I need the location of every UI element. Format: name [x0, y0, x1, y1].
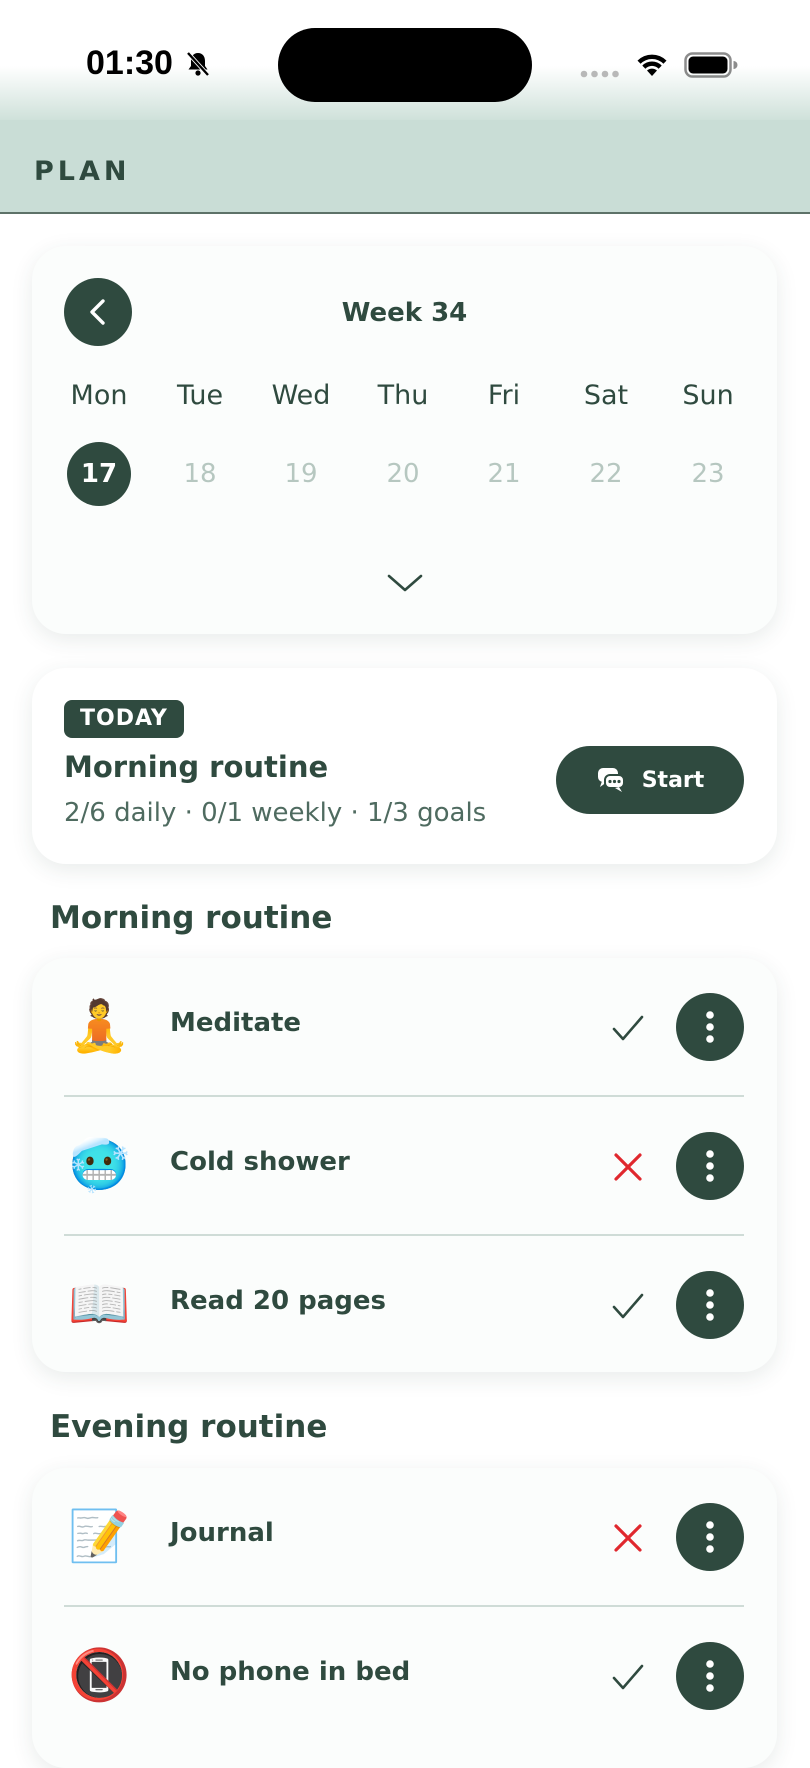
habit-more-options-button[interactable]	[676, 1132, 744, 1200]
more-vertical-icon	[706, 1521, 714, 1553]
day-date-22[interactable]: 22	[556, 442, 656, 506]
more-vertical-icon	[706, 1660, 714, 1692]
habit-row[interactable]: 🧘 Meditate	[32, 958, 777, 1097]
week-title: Week 34	[341, 298, 468, 328]
day-label-sat: Sat	[583, 380, 629, 411]
checkmark-icon[interactable]	[610, 1659, 646, 1695]
habit-label: Read 20 pages	[170, 1286, 386, 1316]
meditation-icon: 🧘	[68, 997, 131, 1055]
habit-more-options-button[interactable]	[676, 1503, 744, 1571]
wifi-icon	[637, 54, 667, 76]
habit-label: No phone in bed	[170, 1657, 411, 1687]
week-calendar-card: Week 34 Mon Tue Wed Thu Fri Sat Sun 17 1…	[32, 246, 777, 634]
today-routine-card: TODAY Morning routine 2/6 daily · 0/1 we…	[32, 668, 777, 864]
battery-icon	[684, 52, 738, 78]
more-vertical-icon	[706, 1289, 714, 1321]
section-title-evening: Evening routine	[50, 1409, 328, 1445]
status-time: 01:30	[86, 44, 173, 82]
morning-routine-list: 🧘 Meditate 🥶 Cold shower 📖 Read 20 pages	[32, 958, 777, 1372]
cold-face-icon: 🥶	[68, 1136, 131, 1194]
habit-label: Journal	[170, 1518, 274, 1548]
today-routine-title: Morning routine	[64, 750, 329, 784]
day-date-17[interactable]: 17	[49, 442, 149, 506]
day-date-18[interactable]: 18	[150, 442, 250, 506]
book-icon: 📖	[68, 1275, 131, 1333]
day-date-23[interactable]: 23	[658, 442, 758, 506]
habit-more-options-button[interactable]	[676, 993, 744, 1061]
habit-more-options-button[interactable]	[676, 1642, 744, 1710]
bell-muted-icon	[186, 51, 210, 77]
habit-row[interactable]: 📝 Journal	[32, 1468, 777, 1607]
cross-icon[interactable]	[610, 1520, 646, 1556]
habit-more-options-button[interactable]	[676, 1271, 744, 1339]
day-label-tue: Tue	[176, 380, 224, 411]
today-badge: TODAY	[64, 700, 184, 738]
section-title-morning: Morning routine	[50, 900, 333, 936]
habit-row[interactable]: 📖 Read 20 pages	[32, 1236, 777, 1375]
today-progress-stats: 2/6 daily · 0/1 weekly · 1/3 goals	[64, 798, 487, 828]
more-vertical-icon	[706, 1011, 714, 1043]
checkmark-icon[interactable]	[610, 1010, 646, 1046]
expand-calendar-chevron-down-icon[interactable]	[386, 572, 424, 594]
status-bar: 01:30	[0, 0, 810, 120]
day-label-thu: Thu	[377, 380, 429, 411]
more-vertical-icon	[706, 1150, 714, 1182]
start-routine-button[interactable]: Start	[556, 746, 744, 814]
day-date-19[interactable]: 19	[251, 442, 351, 506]
app-bar: PLAN	[0, 120, 810, 214]
day-label-fri: Fri	[487, 380, 521, 411]
evening-routine-list: 📝 Journal 📵 No phone in bed	[32, 1468, 777, 1768]
day-date-21[interactable]: 21	[454, 442, 554, 506]
cross-icon[interactable]	[610, 1149, 646, 1185]
habit-label: Cold shower	[170, 1147, 350, 1177]
signal-dots-icon	[580, 70, 619, 78]
day-label-mon: Mon	[70, 380, 128, 411]
no-phone-icon: 📵	[68, 1646, 131, 1704]
checkmark-icon[interactable]	[610, 1288, 646, 1324]
memo-icon: 📝	[68, 1507, 131, 1565]
habit-row[interactable]: 📵 No phone in bed	[32, 1607, 777, 1746]
start-button-label: Start	[641, 767, 705, 793]
day-label-wed: Wed	[271, 380, 331, 411]
dynamic-island	[278, 28, 532, 102]
habit-label: Meditate	[170, 1008, 302, 1038]
page-title: PLAN	[34, 156, 131, 187]
habit-row[interactable]: 🥶 Cold shower	[32, 1097, 777, 1236]
day-label-sun: Sun	[682, 380, 734, 411]
day-date-20[interactable]: 20	[353, 442, 453, 506]
chat-bubbles-icon	[597, 768, 625, 792]
